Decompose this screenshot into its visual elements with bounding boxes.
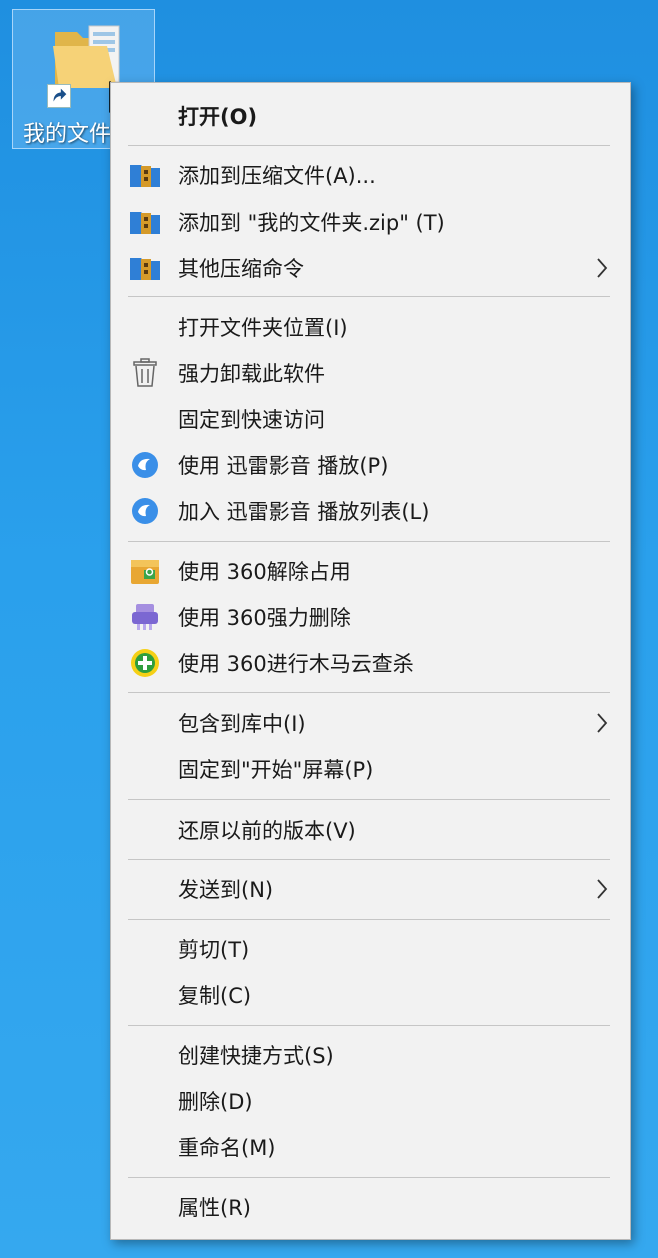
- menu-item-include-in-library[interactable]: 包含到库中(I): [111, 701, 630, 745]
- menu-item-add-to-archive[interactable]: 添加到压缩文件(A)...: [111, 153, 630, 197]
- menu-separator: [128, 1177, 610, 1178]
- menu-item-force-uninstall[interactable]: 强力卸载此软件: [111, 351, 630, 395]
- menu-item-label: 删除(D): [178, 1090, 253, 1114]
- menu-item-label: 添加到压缩文件(A)...: [178, 164, 376, 188]
- 360-antivirus-icon: [129, 647, 161, 679]
- winrar-icon: [129, 252, 161, 284]
- menu-item-create-shortcut[interactable]: 创建快捷方式(S): [111, 1033, 630, 1077]
- menu-item-label: 固定到"开始"屏幕(P): [178, 758, 374, 782]
- menu-item-label: 剪切(T): [178, 938, 250, 962]
- winrar-icon: [129, 206, 161, 238]
- menu-separator: [128, 919, 610, 920]
- menu-item-cut[interactable]: 剪切(T): [111, 927, 630, 971]
- menu-item-xunlei-playlist[interactable]: 加入 迅雷影音 播放列表(L): [111, 489, 630, 533]
- menu-item-other-compress-commands[interactable]: 其他压缩命令: [111, 246, 630, 290]
- menu-separator: [128, 541, 610, 542]
- menu-item-360-force-delete[interactable]: 使用 360强力删除: [111, 595, 630, 639]
- menu-item-add-to-zip[interactable]: 添加到 "我的文件夹.zip" (T): [111, 200, 630, 244]
- menu-item-label: 属性(R): [178, 1196, 251, 1220]
- menu-item-label: 使用 迅雷影音 播放(P): [178, 454, 389, 478]
- menu-item-open-folder-location[interactable]: 打开文件夹位置(I): [111, 305, 630, 349]
- menu-item-label: 使用 360进行木马云查杀: [178, 652, 414, 676]
- chevron-right-icon: [597, 258, 608, 278]
- xunlei-player-icon: [129, 495, 161, 527]
- menu-item-label: 打开(O): [178, 105, 258, 129]
- chevron-right-icon: [597, 713, 608, 733]
- menu-item-pin-to-start[interactable]: 固定到"开始"屏幕(P): [111, 747, 630, 791]
- menu-separator: [128, 1025, 610, 1026]
- menu-item-restore-previous-versions[interactable]: 还原以前的版本(V): [111, 808, 630, 852]
- menu-item-label: 强力卸载此软件: [178, 362, 325, 386]
- 360-unlock-icon: [129, 555, 161, 587]
- 360-shredder-icon: [129, 601, 161, 633]
- menu-item-properties[interactable]: 属性(R): [111, 1185, 630, 1229]
- menu-item-label: 创建快捷方式(S): [178, 1044, 334, 1068]
- menu-item-pin-quick-access[interactable]: 固定到快速访问: [111, 397, 630, 441]
- menu-item-label: 发送到(N): [178, 878, 274, 902]
- menu-item-open[interactable]: 打开(O): [111, 94, 630, 138]
- menu-item-label: 打开文件夹位置(I): [178, 316, 348, 340]
- xunlei-player-icon: [129, 449, 161, 481]
- menu-item-label: 固定到快速访问: [178, 408, 325, 432]
- menu-item-label: 复制(C): [178, 984, 252, 1008]
- menu-item-label: 包含到库中(I): [178, 712, 306, 736]
- menu-item-360-trojan-scan[interactable]: 使用 360进行木马云查杀: [111, 641, 630, 685]
- menu-item-delete[interactable]: 删除(D): [111, 1079, 630, 1123]
- menu-item-label: 重命名(M): [178, 1136, 276, 1160]
- menu-item-360-unlock[interactable]: 使用 360解除占用: [111, 549, 630, 593]
- menu-separator: [128, 296, 610, 297]
- menu-item-label: 还原以前的版本(V): [178, 819, 356, 843]
- menu-separator: [128, 859, 610, 860]
- menu-item-copy[interactable]: 复制(C): [111, 973, 630, 1017]
- menu-separator: [128, 799, 610, 800]
- menu-separator: [128, 145, 610, 146]
- trash-icon: [129, 357, 161, 389]
- winrar-icon: [129, 159, 161, 191]
- menu-item-send-to[interactable]: 发送到(N): [111, 867, 630, 911]
- menu-item-label: 使用 360解除占用: [178, 560, 351, 584]
- chevron-right-icon: [597, 879, 608, 899]
- menu-separator: [128, 692, 610, 693]
- menu-item-xunlei-play[interactable]: 使用 迅雷影音 播放(P): [111, 443, 630, 487]
- menu-item-rename[interactable]: 重命名(M): [111, 1125, 630, 1169]
- menu-item-label: 添加到 "我的文件夹.zip" (T): [178, 211, 445, 235]
- menu-item-label: 加入 迅雷影音 播放列表(L): [178, 500, 430, 524]
- menu-item-label: 使用 360强力删除: [178, 606, 351, 630]
- shortcut-arrow-icon: [47, 84, 71, 108]
- menu-item-label: 其他压缩命令: [178, 257, 304, 281]
- context-menu: 打开(O) 添加到压缩文件(A)... 添加到 "我的文件夹.zip" (T) …: [110, 82, 631, 1240]
